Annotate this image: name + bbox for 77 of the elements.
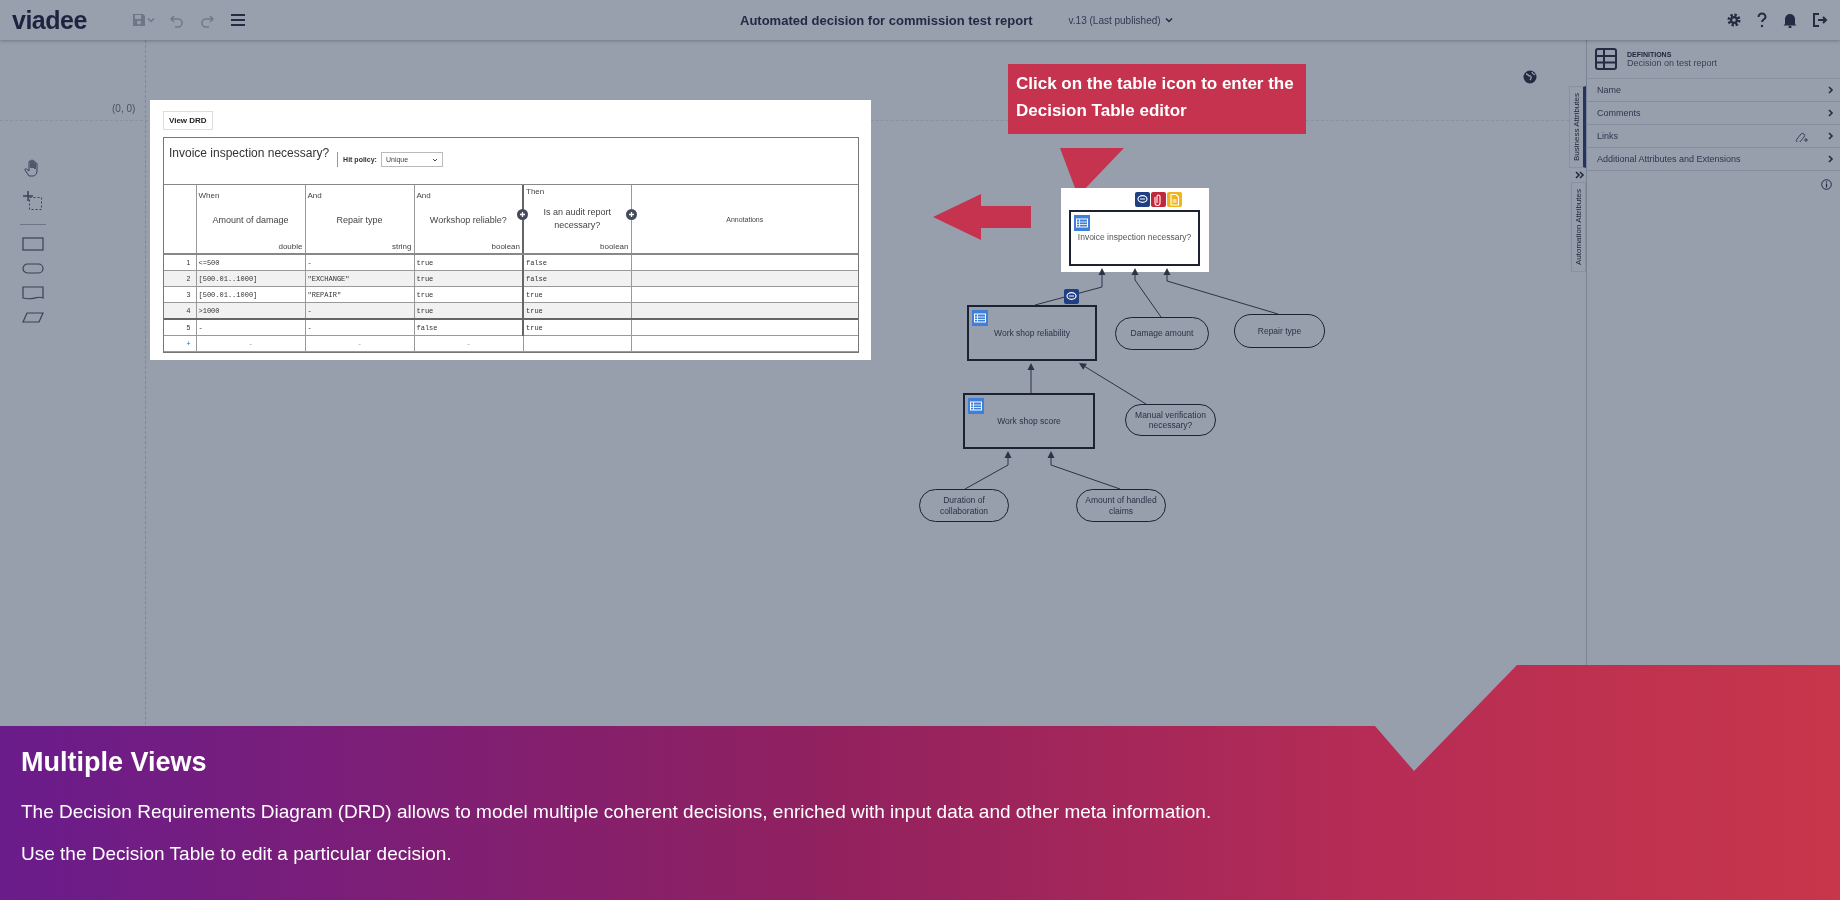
comment-icon[interactable]: [1064, 289, 1079, 304]
column-type: boolean: [491, 242, 520, 251]
connector-arrow: [1079, 363, 1147, 405]
selection-tool-icon[interactable]: [22, 190, 44, 212]
help-icon[interactable]: [1756, 12, 1768, 28]
chevron-right-icon: [1828, 86, 1834, 94]
column-header: Workshop reliable?: [428, 214, 508, 228]
column-type: double: [278, 242, 303, 251]
caret-icon: [1164, 16, 1173, 24]
banner-text: The Decision Requirements Diagram (DRD) allows to model multiple coherent decisions, enriched with input data and other meta information.: [21, 800, 1213, 824]
column-type: boolean: [600, 242, 629, 251]
connector-arrow: [1027, 363, 1035, 394]
node-label: Damage amount: [1130, 328, 1194, 339]
caret-icon: [146, 16, 155, 24]
column-header: Is an audit report necessary?: [542, 205, 612, 232]
panel-row[interactable]: Comments: [1587, 102, 1840, 125]
node-label: Work shop score: [997, 416, 1061, 426]
vertical-tab[interactable]: Business Attributes: [1569, 86, 1586, 169]
table-icon: [1595, 48, 1617, 70]
app-logo: viadee: [12, 5, 87, 35]
node-label: Duration of collaboration: [938, 495, 990, 516]
column-header: Repair type: [335, 214, 384, 228]
banner-title: Multiple Views: [21, 747, 208, 778]
callout-text: Click on the table icon to enter the Decision Table editor: [1008, 64, 1306, 135]
panel-row-label: Additional Attributes and Extensions: [1597, 154, 1742, 164]
link-add-icon[interactable]: [1794, 130, 1810, 142]
node-label: Invoice inspection necessary?: [1077, 232, 1192, 242]
column-type: string: [391, 242, 412, 251]
banner-text: Use the Decision Table to edit a particular decision.: [21, 842, 453, 866]
table-title: Invoice inspection necessary?: [169, 146, 330, 160]
version-dropdown[interactable]: v.13 (Last published): [1068, 14, 1173, 26]
save-icon: [130, 12, 147, 28]
rounded-rectangle-tool-icon[interactable]: [22, 263, 44, 274]
left-arrow-icon: [933, 194, 1031, 240]
panel-row[interactable]: Additional Attributes and Extensions: [1587, 148, 1840, 171]
panel-row[interactable]: Name: [1587, 79, 1840, 102]
node-label: Work shop reliability: [994, 328, 1070, 338]
column-header: Amount of damage: [211, 214, 290, 228]
column-prefix: When: [198, 191, 220, 200]
node-label: Repair type: [1257, 325, 1302, 337]
menu-icon[interactable]: [228, 12, 247, 28]
decision-node[interactable]: Work shop score: [963, 393, 1095, 449]
document-shape-tool-icon[interactable]: [22, 286, 44, 300]
vertical-tab[interactable]: Automation Attributes: [1571, 182, 1586, 273]
chevron-right-icon: [1828, 132, 1834, 140]
decision-node[interactable]: Invoice inspection necessary?: [1069, 210, 1200, 266]
panel-row-label: Links: [1597, 131, 1619, 141]
info-icon[interactable]: [1821, 179, 1832, 190]
caret-icon: [431, 156, 438, 163]
chevron-right-icon: [1828, 109, 1834, 117]
origin-label: (0, 0): [112, 103, 136, 114]
node-label: Amount of handled claims: [1084, 495, 1158, 516]
table-icon[interactable]: [972, 310, 988, 326]
panel-row-label: Comments: [1597, 108, 1642, 118]
connector-arrow: [1034, 268, 1106, 306]
logout-icon[interactable]: [1812, 12, 1828, 28]
connector-arrow: [964, 451, 1012, 490]
document-title: Automated decision for commission test report: [740, 12, 1033, 28]
add-column-icon[interactable]: [517, 209, 528, 220]
chevron-right-icon: [1828, 155, 1834, 163]
decision-node[interactable]: Work shop reliability: [967, 305, 1097, 361]
panel-row[interactable]: Links: [1587, 125, 1840, 148]
rectangle-tool-icon[interactable]: [22, 237, 44, 251]
column-prefix: Then: [526, 187, 545, 196]
column-prefix: And: [416, 191, 431, 200]
globe-icon[interactable]: [1523, 70, 1537, 84]
node-label: Manual verification necessary?: [1134, 409, 1207, 431]
panel-row-label: Name: [1597, 85, 1622, 95]
add-column-icon[interactable]: [625, 209, 637, 220]
settings-icon[interactable]: [1726, 12, 1742, 28]
bell-icon[interactable]: [1782, 12, 1798, 28]
table-icon[interactable]: [1074, 215, 1090, 231]
view-drd-button[interactable]: View DRD: [163, 111, 213, 130]
column-prefix: And: [307, 191, 322, 200]
parallelogram-tool-icon[interactable]: [22, 312, 44, 323]
panel-subtitle: Decision on test report: [1627, 57, 1718, 68]
table-icon[interactable]: [968, 398, 984, 414]
